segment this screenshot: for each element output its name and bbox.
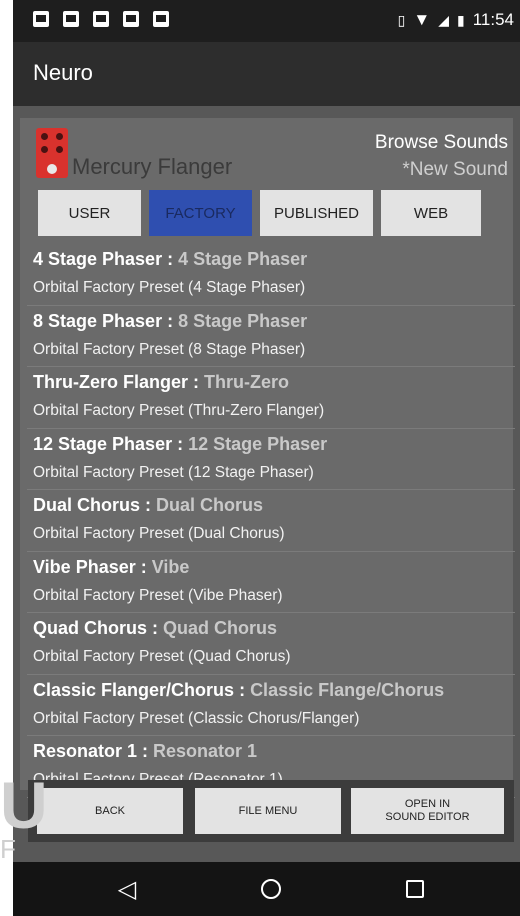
preset-name: Classic Flanger/Chorus <box>33 679 235 700</box>
preset-name: 4 Stage Phaser <box>33 249 163 269</box>
list-item[interactable]: Vibe Phaser : Vibe Orbital Factory Prese… <box>27 552 515 613</box>
knob-icon <box>41 133 48 140</box>
tab-web[interactable]: WEB <box>381 190 481 236</box>
vibrate-icon: ▯ <box>397 11 406 28</box>
list-item[interactable]: Classic Flanger/Chorus : Classic Flange/… <box>27 675 515 736</box>
preset-name: Vibe Phaser <box>33 556 136 577</box>
preset-description: Orbital Factory Preset (Dual Chorus) <box>33 525 285 542</box>
image-icon <box>63 11 79 27</box>
action-bar: BACK FILE MENU OPEN IN SOUND EDITOR <box>28 780 514 842</box>
phone-screen: ▯ ▼ ◢ ▮ 11:54 Neuro Mercury Flanger Brow… <box>13 0 520 916</box>
pedal-icon <box>36 128 68 178</box>
preset-description: Orbital Factory Preset (8 Stage Phaser) <box>33 340 306 358</box>
preset-short-name: 8 Stage Phaser <box>178 310 308 331</box>
preset-separator: : <box>162 310 179 331</box>
battery-icon: ▮ <box>457 11 465 28</box>
preset-short-name: Resonator 1 <box>153 741 258 761</box>
preset-separator: : <box>137 741 154 761</box>
preset-separator: : <box>234 679 251 700</box>
status-right: ▯ ▼ ◢ ▮ 11:54 <box>398 10 514 30</box>
preset-short-name: Vibe <box>151 556 190 577</box>
preset-short-name: 12 Stage Phaser <box>188 433 328 454</box>
tab-published[interactable]: PUBLISHED <box>260 190 373 236</box>
status-bar: ▯ ▼ ◢ ▮ 11:54 <box>13 0 520 42</box>
preset-name: Dual Chorus <box>33 495 141 515</box>
preset-description: Orbital Factory Preset (4 Stage Phaser) <box>33 279 306 296</box>
open-in-label: OPEN IN <box>404 798 451 810</box>
preset-separator: : <box>172 433 189 454</box>
notification-icons <box>33 11 169 27</box>
preset-list: 4 Stage Phaser : 4 Stage Phaser Orbital … <box>27 244 515 798</box>
footswitch-icon <box>47 164 57 174</box>
app-title: Neuro <box>33 60 93 85</box>
clock: 11:54 <box>472 10 514 29</box>
preset-short-name: 4 Stage Phaser <box>178 249 308 269</box>
preset-separator: : <box>162 249 179 269</box>
notification-icon <box>33 11 49 27</box>
list-item[interactable]: 12 Stage Phaser : 12 Stage Phaser Orbita… <box>27 429 515 490</box>
preset-separator: : <box>147 618 164 638</box>
preset-short-name: Thru-Zero <box>204 372 290 392</box>
list-item[interactable]: 4 Stage Phaser : 4 Stage Phaser Orbital … <box>27 244 515 306</box>
recent-apps-icon[interactable] <box>401 875 429 903</box>
preset-name: 12 Stage Phaser <box>33 433 173 454</box>
preset-description: Orbital Factory Preset (Quad Chorus) <box>33 648 291 665</box>
sound-browser-panel: Mercury Flanger Browse Sounds *New Sound… <box>20 118 515 798</box>
watermark-letter: U <box>0 768 48 842</box>
preset-description: Orbital Factory Preset (Vibe Phaser) <box>33 586 283 604</box>
sound-editor-label: SOUND EDITOR <box>385 811 470 823</box>
preset-description: Orbital Factory Preset (Thru-Zero Flange… <box>33 402 325 419</box>
preset-short-name: Dual Chorus <box>156 495 264 515</box>
source-tabs: USER FACTORY PUBLISHED WEB <box>38 190 481 236</box>
back-nav-icon[interactable]: ◁ <box>113 875 141 903</box>
preset-short-name: Classic Flange/Chorus <box>250 679 445 700</box>
preset-separator: : <box>135 556 152 577</box>
navigation-bar: ◁ <box>13 862 520 916</box>
preset-separator: : <box>140 495 157 515</box>
video-icon <box>123 11 139 27</box>
knob-icon <box>41 146 48 153</box>
preset-name: Thru-Zero Flanger <box>33 372 189 392</box>
device-name: Mercury Flanger <box>72 154 233 179</box>
preset-name: 8 Stage Phaser <box>33 310 163 331</box>
knob-icon <box>56 133 63 140</box>
back-button[interactable]: BACK <box>37 788 183 834</box>
list-item[interactable]: 8 Stage Phaser : 8 Stage Phaser Orbital … <box>27 306 515 367</box>
signal-icon: ◢ <box>438 11 449 28</box>
tab-user[interactable]: USER <box>38 190 141 236</box>
preset-name: Resonator 1 <box>33 741 138 761</box>
app-bar: Neuro <box>13 42 520 106</box>
preset-name: Quad Chorus <box>33 618 148 638</box>
list-item[interactable]: Dual Chorus : Dual Chorus Orbital Factor… <box>27 490 515 552</box>
tab-factory[interactable]: FACTORY <box>149 190 252 236</box>
home-icon[interactable] <box>257 875 285 903</box>
knob-icon <box>56 146 63 153</box>
watermark: U F <box>0 772 48 864</box>
mail-icon <box>93 11 109 27</box>
watermark-sub: F <box>0 834 16 864</box>
preset-description: Orbital Factory Preset (Classic Chorus/F… <box>33 709 360 727</box>
wifi-icon: ▼ <box>413 10 431 29</box>
current-sound-label: *New Sound <box>402 159 508 180</box>
open-in-sound-editor-button[interactable]: OPEN IN SOUND EDITOR <box>351 788 504 834</box>
list-item[interactable]: Thru-Zero Flanger : Thru-Zero Orbital Fa… <box>27 367 515 429</box>
list-item[interactable]: Quad Chorus : Quad Chorus Orbital Factor… <box>27 613 515 675</box>
file-menu-button[interactable]: FILE MENU <box>195 788 341 834</box>
preset-short-name: Quad Chorus <box>163 618 278 638</box>
preset-separator: : <box>188 372 205 392</box>
preset-description: Orbital Factory Preset (12 Stage Phaser) <box>33 463 314 481</box>
browse-sounds-label: Browse Sounds <box>374 132 508 153</box>
clipboard-icon <box>153 11 169 27</box>
